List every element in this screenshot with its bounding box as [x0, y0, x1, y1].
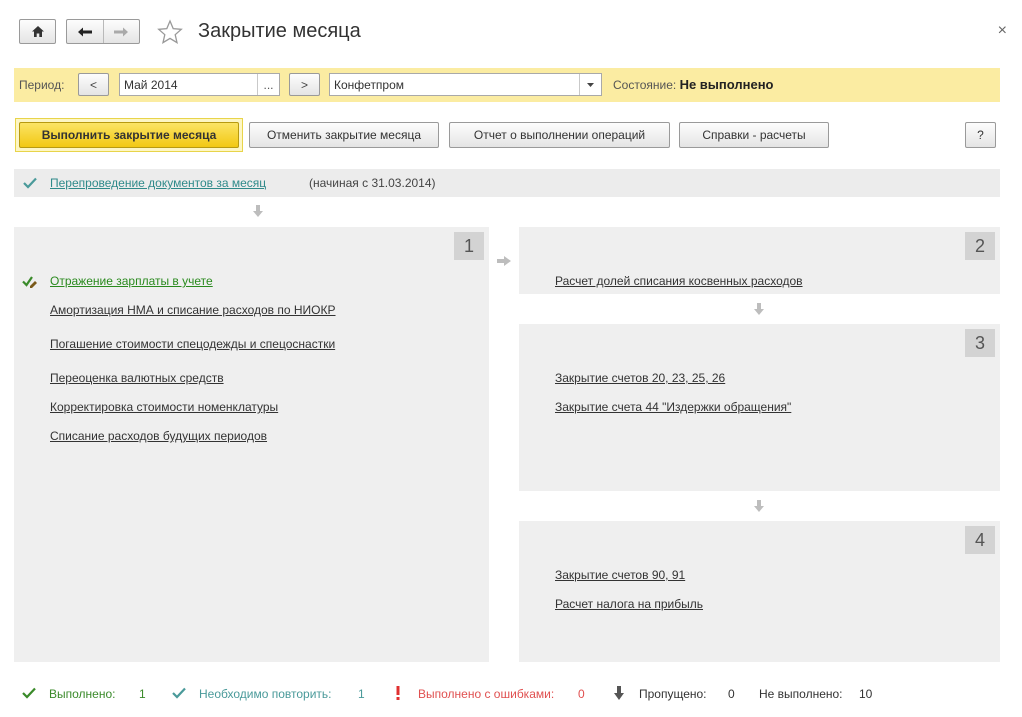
stage-panel-1: 1 Отражение зарплаты в учете Амортизация… [14, 227, 489, 662]
period-bar: Период: < Май 2014 ... > Конфетпром Сост… [14, 68, 1000, 102]
execute-closing-button[interactable]: Выполнить закрытие месяца [19, 122, 239, 148]
stage-panel-3: 3 Закрытие счетов 20, 23, 25, 26 Закрыти… [519, 324, 1000, 491]
prev-period-button[interactable]: < [78, 73, 109, 96]
done-count: 1 [139, 687, 146, 701]
arrow-down-icon [614, 686, 624, 700]
check-icon [23, 177, 37, 189]
arrow-down-icon [253, 205, 263, 217]
organization-value: Конфетпром [334, 78, 405, 92]
stage-number: 3 [965, 329, 995, 357]
not-done-count: 10 [859, 687, 873, 701]
errors-label: Выполнено с ошибками: [418, 687, 555, 701]
references-button[interactable]: Справки - расчеты [679, 122, 829, 148]
operation-link[interactable]: Списание расходов будущих периодов [50, 429, 267, 443]
repeat-count: 1 [358, 687, 365, 701]
operation-link[interactable]: Амортизация НМА и списание расходов по Н… [50, 303, 336, 317]
repost-documents-link[interactable]: Перепроведение документов за месяц [50, 176, 266, 190]
back-button[interactable] [67, 20, 103, 43]
home-icon [31, 26, 44, 37]
state-label: Состояние: [613, 78, 677, 92]
period-field[interactable]: Май 2014 ... [119, 73, 280, 96]
next-period-button[interactable]: > [289, 73, 320, 96]
arrow-down-icon [754, 500, 764, 512]
period-value: Май 2014 [124, 78, 178, 92]
arrow-down-icon [754, 303, 764, 315]
home-button[interactable] [19, 19, 56, 44]
state-value: Не выполнено [679, 77, 774, 92]
operation-link[interactable]: Расчет налога на прибыль [555, 597, 703, 611]
status-summary: Выполнено: 1 Необходимо повторить: 1 Вып… [0, 680, 1022, 706]
repost-date-note: (начиная с 31.03.2014) [309, 176, 436, 190]
period-label: Период: [19, 78, 65, 92]
title-bar: Закрытие месяца × [0, 0, 1022, 64]
operation-link[interactable]: Закрытие счетов 20, 23, 25, 26 [555, 371, 725, 385]
help-button[interactable]: ? [965, 122, 996, 148]
arrow-left-icon [77, 27, 92, 36]
organization-field[interactable]: Конфетпром [329, 73, 602, 96]
errors-count: 0 [578, 687, 585, 701]
check-icon [22, 687, 36, 699]
exclamation-icon [396, 686, 400, 700]
period-select-button[interactable]: ... [257, 74, 279, 95]
cancel-closing-button[interactable]: Отменить закрытие месяца [249, 122, 439, 148]
arrow-right-icon [497, 256, 511, 266]
repeat-label: Необходимо повторить: [199, 687, 332, 701]
forward-button[interactable] [102, 20, 140, 43]
operations-report-button[interactable]: Отчет о выполнении операций [449, 122, 670, 148]
done-label: Выполнено: [49, 687, 116, 701]
not-done-label: Не выполнено: [759, 687, 843, 701]
operation-link[interactable]: Корректировка стоимости номенклатуры [50, 400, 278, 414]
operation-link[interactable]: Переоценка валютных средств [50, 371, 224, 385]
state-indicator: Состояние: Не выполнено [613, 77, 774, 92]
stage-number: 1 [454, 232, 484, 260]
arrow-right-icon [114, 27, 129, 36]
close-icon[interactable]: × [998, 22, 1007, 40]
operation-link[interactable]: Закрытие счетов 90, 91 [555, 568, 685, 582]
stage-panel-2: 2 Расчет долей списания косвенных расход… [519, 227, 1000, 294]
operation-link[interactable]: Погашение стоимости спецодежды и спецосн… [50, 337, 335, 351]
page-title: Закрытие месяца [198, 20, 361, 42]
skipped-label: Пропущено: [639, 687, 707, 701]
operation-link[interactable]: Расчет долей списания косвенных расходов [555, 274, 803, 288]
organization-dropdown[interactable] [579, 74, 601, 95]
star-icon[interactable] [157, 19, 183, 45]
check-icon [172, 687, 186, 699]
stage-number: 4 [965, 526, 995, 554]
check-pencil-icon [22, 276, 37, 288]
skipped-count: 0 [728, 687, 735, 701]
stage-panel-4: 4 Закрытие счетов 90, 91 Расчет налога н… [519, 521, 1000, 662]
repost-row: Перепроведение документов за месяц (начи… [14, 169, 1000, 197]
chevron-down-icon [587, 82, 594, 87]
history-nav [66, 19, 140, 44]
stage-number: 2 [965, 232, 995, 260]
operation-link[interactable]: Закрытие счета 44 "Издержки обращения" [555, 400, 791, 414]
operation-link[interactable]: Отражение зарплаты в учете [50, 274, 213, 288]
primary-button-frame: Выполнить закрытие месяца [15, 118, 243, 152]
